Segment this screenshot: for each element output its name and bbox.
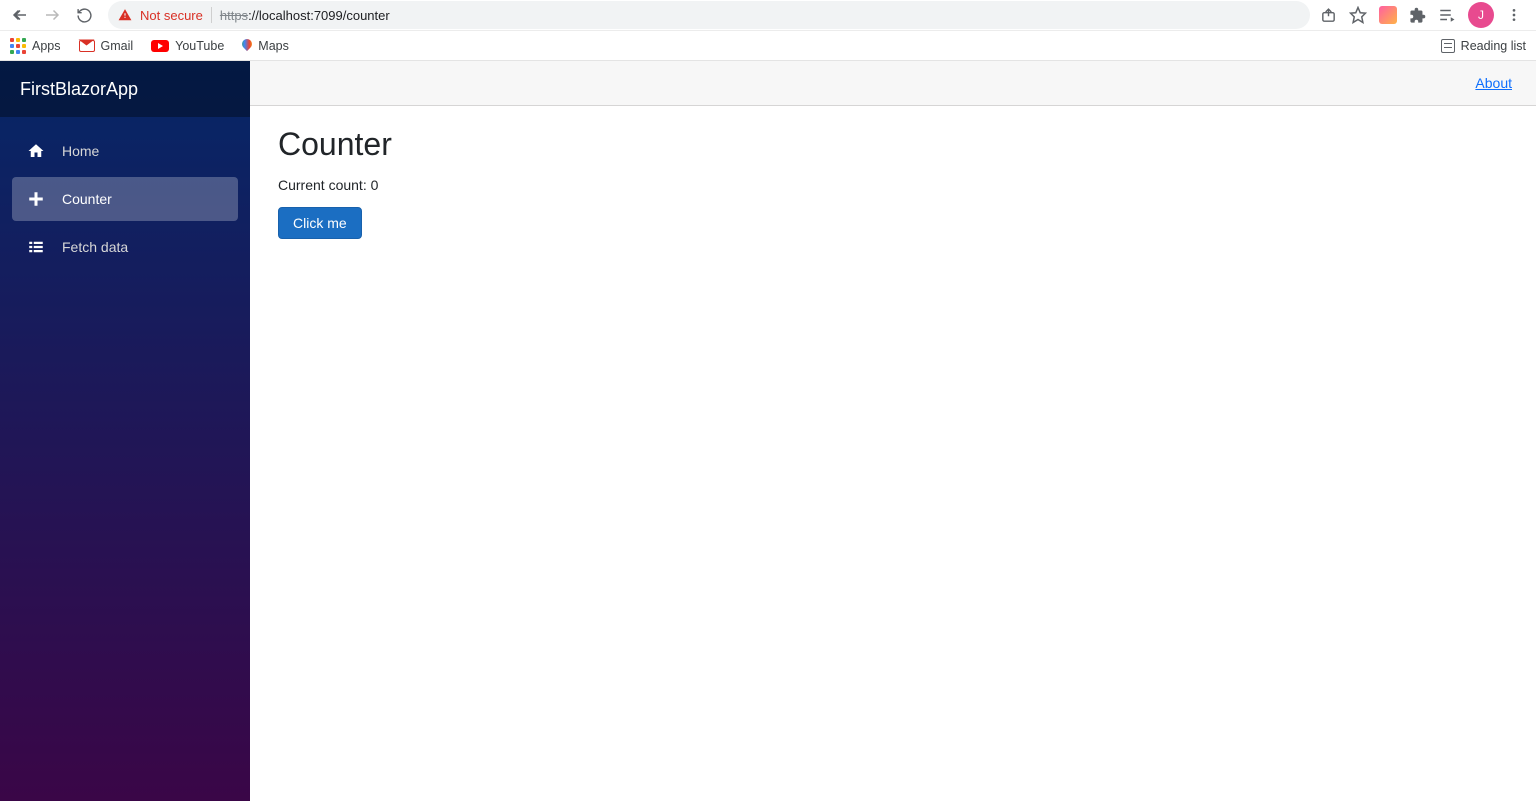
browser-toolbar: Not secure https://localhost:7099/counte… [0,0,1536,30]
share-icon[interactable] [1320,7,1337,24]
not-secure-icon [118,8,132,22]
browser-chrome: Not secure https://localhost:7099/counte… [0,0,1536,61]
bookmarks-bar: Apps Gmail YouTube Maps Reading list [0,30,1536,60]
nav-item-counter-label: Counter [62,191,112,207]
address-divider [211,7,212,23]
about-link[interactable]: About [1475,75,1512,91]
nav-item-home[interactable]: Home [12,129,238,173]
bookmark-apps-label: Apps [32,39,61,53]
reload-icon [76,7,93,24]
nav-menu: Home Counter Fetch data [0,117,250,281]
click-me-button[interactable]: Click me [278,207,362,239]
bookmark-maps-label: Maps [258,39,289,53]
bookmark-youtube-label: YouTube [175,39,224,53]
url-text: https://localhost:7099/counter [220,8,390,23]
reading-list[interactable]: Reading list [1441,39,1526,53]
list-icon [26,237,46,257]
nav-item-home-label: Home [62,143,99,159]
main: About Counter Current count: 0 Click me [250,61,1536,801]
arrow-right-icon [43,6,61,24]
current-count-text: Current count: 0 [278,177,1508,193]
bookmark-gmail[interactable]: Gmail [79,39,134,53]
url-path: ://localhost:7099/counter [248,8,390,23]
youtube-icon [151,40,169,52]
reading-list-label: Reading list [1461,39,1526,53]
reading-list-icon [1441,39,1455,53]
bookmark-gmail-label: Gmail [101,39,134,53]
nav-item-fetch-data[interactable]: Fetch data [12,225,238,269]
bookmark-apps[interactable]: Apps [10,38,61,54]
page-title: Counter [278,126,1508,163]
home-icon [26,141,46,161]
arrow-left-icon [11,6,29,24]
toolbar-right: J [1320,2,1530,28]
brand[interactable]: FirstBlazorApp [0,61,250,117]
kebab-menu-icon[interactable] [1506,7,1522,23]
maps-icon [242,39,252,53]
url-scheme: https [220,8,248,23]
apps-icon [10,38,26,54]
nav-item-fetch-label: Fetch data [62,239,128,255]
bookmark-youtube[interactable]: YouTube [151,39,224,53]
not-secure-label: Not secure [140,8,203,23]
extensions-icon[interactable] [1409,7,1426,24]
gmail-icon [79,40,95,52]
reload-button[interactable] [70,1,98,29]
playlist-icon[interactable] [1438,6,1456,24]
star-icon[interactable] [1349,6,1367,24]
sidebar: FirstBlazorApp Home Counter Fetch data [0,61,250,801]
nav-item-counter[interactable]: Counter [12,177,238,221]
bookmark-maps[interactable]: Maps [242,39,289,53]
page-content: Counter Current count: 0 Click me [250,106,1536,259]
back-button[interactable] [6,1,34,29]
forward-button[interactable] [38,1,66,29]
address-bar[interactable]: Not secure https://localhost:7099/counte… [108,1,1310,29]
top-row: About [250,61,1536,106]
plus-icon [26,189,46,209]
color-square-icon[interactable] [1379,6,1397,24]
app-root: FirstBlazorApp Home Counter Fetch data [0,61,1536,801]
avatar[interactable]: J [1468,2,1494,28]
